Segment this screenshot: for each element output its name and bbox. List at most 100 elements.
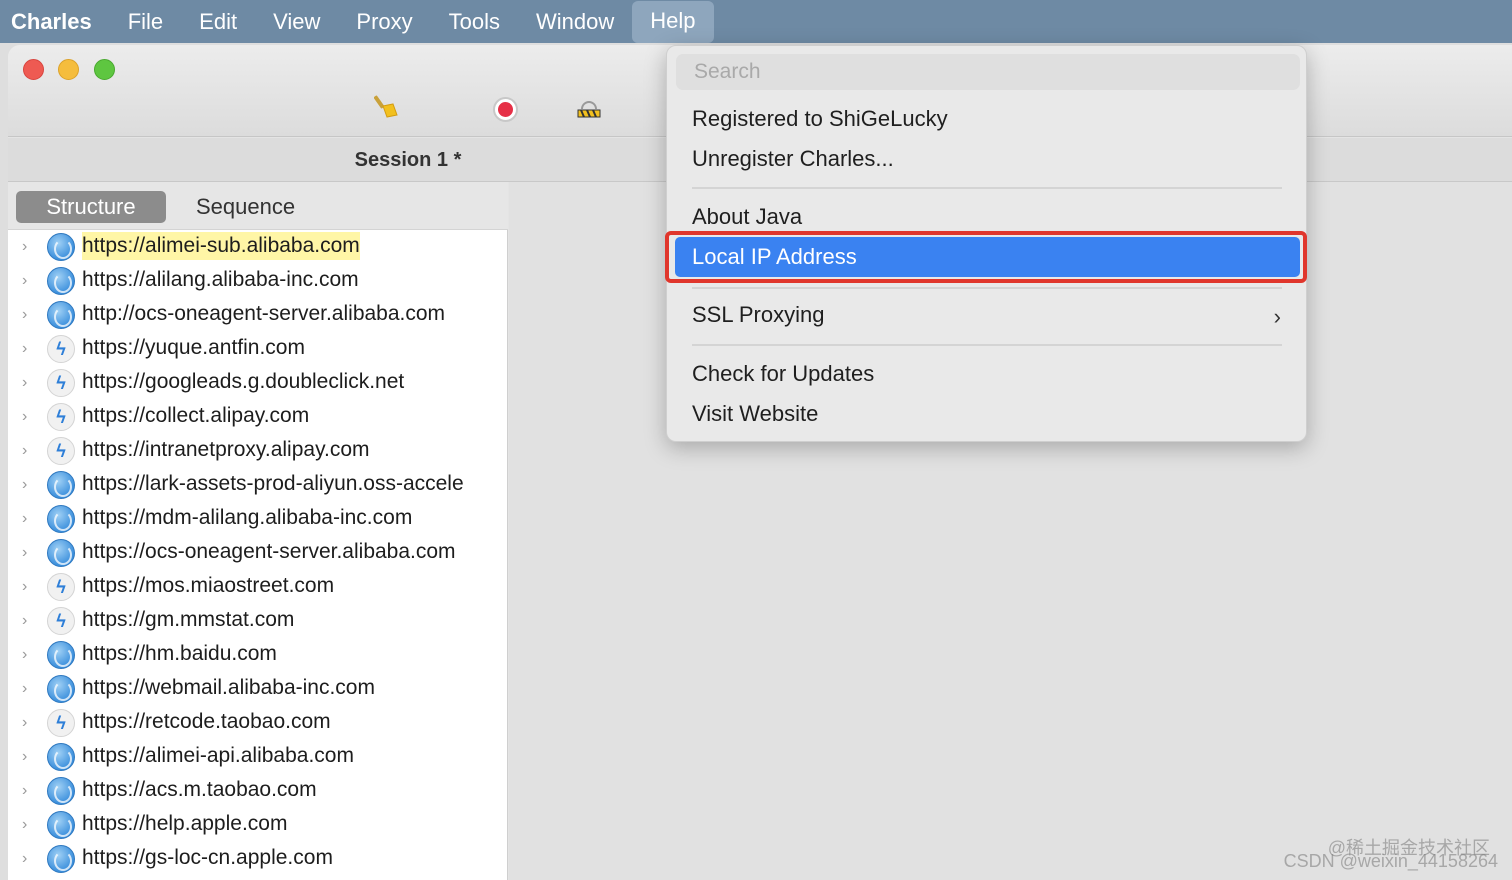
host-url: https://lark-assets-prod-aliyun.oss-acce…	[82, 472, 464, 495]
host-url: https://retcode.taobao.com	[82, 710, 331, 733]
globe-icon	[47, 539, 75, 567]
globe-icon	[47, 233, 75, 261]
chevron-right-icon[interactable]: ›	[22, 510, 36, 528]
chevron-right-icon[interactable]: ›	[22, 408, 36, 426]
globe-icon	[47, 267, 75, 295]
globe-icon	[47, 641, 75, 669]
host-url: https://gm.mmstat.com	[82, 608, 295, 631]
chevron-right-icon[interactable]: ›	[22, 714, 36, 732]
menu-separator	[692, 187, 1282, 189]
menu-item-about-java[interactable]: About Java	[692, 204, 802, 230]
host-url: https://help.apple.com	[82, 812, 288, 835]
host-row[interactable]: › ϟ https://retcode.taobao.com	[8, 706, 508, 740]
bolt-icon: ϟ	[47, 335, 75, 363]
view-toggle: Structure Sequence	[8, 182, 508, 230]
host-url: https://alimei-sub.alibaba.com	[82, 232, 360, 260]
menu-app-charles[interactable]: Charles	[0, 0, 110, 43]
menu-file[interactable]: File	[110, 0, 181, 43]
menu-item-visit-website[interactable]: Visit Website	[692, 401, 818, 427]
tab-structure[interactable]: Structure	[16, 191, 166, 223]
host-row[interactable]: › http://ocs-oneagent-server.alibaba.com	[8, 298, 508, 332]
chevron-right-icon[interactable]: ›	[22, 646, 36, 664]
chevron-right-icon[interactable]: ›	[22, 748, 36, 766]
host-row[interactable]: › ϟ https://mos.miaostreet.com	[8, 570, 508, 604]
host-url: https://webmail.alibaba-inc.com	[82, 676, 375, 699]
chevron-right-icon[interactable]: ›	[22, 238, 36, 256]
menu-view[interactable]: View	[255, 0, 338, 43]
help-search-field[interactable]: Search	[676, 54, 1300, 90]
bolt-icon: ϟ	[47, 403, 75, 431]
chevron-right-icon[interactable]: ›	[22, 374, 36, 392]
chevron-right-icon[interactable]: ›	[22, 544, 36, 562]
globe-icon	[47, 743, 75, 771]
bolt-icon: ϟ	[47, 369, 75, 397]
menu-proxy[interactable]: Proxy	[338, 0, 430, 43]
globe-icon	[47, 845, 75, 873]
host-row[interactable]: › https://gs-loc-cn.apple.com	[8, 842, 508, 876]
chevron-right-icon[interactable]: ›	[22, 442, 36, 460]
host-url: https://alimei-api.alibaba.com	[82, 744, 354, 767]
globe-icon	[47, 777, 75, 805]
host-url: https://ocs-oneagent-server.alibaba.com	[82, 540, 456, 563]
host-url: https://hm.baidu.com	[82, 642, 277, 665]
globe-icon	[47, 301, 75, 329]
chevron-right-icon[interactable]: ›	[22, 782, 36, 800]
chevron-right-icon[interactable]: ›	[22, 476, 36, 494]
menu-bar: Charles File Edit View Proxy Tools Windo…	[0, 0, 1512, 43]
menu-separator	[692, 287, 1282, 289]
host-row[interactable]: › ϟ https://yuque.antfin.com	[8, 332, 508, 366]
globe-icon	[47, 471, 75, 499]
host-row[interactable]: › ϟ https://googleads.g.doubleclick.net	[8, 366, 508, 400]
host-row[interactable]: › https://lark-assets-prod-aliyun.oss-acc…	[8, 468, 508, 502]
chevron-right-icon[interactable]: ›	[22, 850, 36, 868]
host-url: https://collect.alipay.com	[82, 404, 310, 427]
broom-icon[interactable]	[374, 93, 400, 119]
host-row[interactable]: › https://alimei-api.alibaba.com	[8, 740, 508, 774]
host-row[interactable]: › https://alilang.alibaba-inc.com	[8, 264, 508, 298]
tab-sequence[interactable]: Sequence	[172, 191, 319, 223]
host-url: https://mos.miaostreet.com	[82, 574, 335, 597]
zoom-window-button[interactable]	[94, 59, 115, 80]
chevron-right-icon[interactable]: ›	[22, 816, 36, 834]
host-url: https://acs.m.taobao.com	[82, 778, 317, 801]
host-row[interactable]: › ϟ https://collect.alipay.com	[8, 400, 508, 434]
menu-window[interactable]: Window	[518, 0, 632, 43]
chevron-right-icon[interactable]: ›	[22, 340, 36, 358]
globe-icon	[47, 675, 75, 703]
host-list: › https://alimei-sub.alibaba.com › https://…	[8, 230, 508, 876]
host-row[interactable]: › https://ocs-oneagent-server.alibaba.com	[8, 536, 508, 570]
record-icon[interactable]	[493, 97, 518, 122]
chevron-right-icon[interactable]: ›	[22, 306, 36, 324]
menu-tools[interactable]: Tools	[431, 0, 518, 43]
menu-item-check-updates[interactable]: Check for Updates	[692, 361, 874, 387]
bolt-icon: ϟ	[47, 709, 75, 737]
chevron-right-icon[interactable]: ›	[22, 272, 36, 290]
host-row[interactable]: › https://acs.m.taobao.com	[8, 774, 508, 808]
host-row[interactable]: › https://alimei-sub.alibaba.com	[8, 230, 508, 264]
host-url: https://yuque.antfin.com	[82, 336, 305, 359]
menu-item-registered[interactable]: Registered to ShiGeLucky	[692, 106, 948, 132]
chevron-right-icon[interactable]: ›	[22, 578, 36, 596]
bolt-icon: ϟ	[47, 437, 75, 465]
host-row[interactable]: › ϟ https://intranetproxy.alipay.com	[8, 434, 508, 468]
menu-help[interactable]: Help	[632, 1, 714, 43]
throttle-icon[interactable]	[576, 95, 602, 119]
menu-edit[interactable]: Edit	[181, 0, 255, 43]
host-row[interactable]: › https://help.apple.com	[8, 808, 508, 842]
host-url: https://alilang.alibaba-inc.com	[82, 268, 359, 291]
chevron-right-icon[interactable]: ›	[22, 612, 36, 630]
menu-item-ssl-proxying[interactable]: SSL Proxying	[692, 302, 824, 328]
annotation-highlight-box	[665, 231, 1307, 283]
host-row[interactable]: › ϟ https://gm.mmstat.com	[8, 604, 508, 638]
host-row[interactable]: › https://hm.baidu.com	[8, 638, 508, 672]
host-row[interactable]: › https://webmail.alibaba-inc.com	[8, 672, 508, 706]
bolt-icon: ϟ	[47, 573, 75, 601]
chevron-right-icon[interactable]: ›	[22, 680, 36, 698]
host-url: https://mdm-alilang.alibaba-inc.com	[82, 506, 413, 529]
globe-icon	[47, 811, 75, 839]
minimize-window-button[interactable]	[58, 59, 79, 80]
close-window-button[interactable]	[23, 59, 44, 80]
structure-pane: Structure Sequence › https://alimei-sub.a…	[8, 182, 508, 880]
host-row[interactable]: › https://mdm-alilang.alibaba-inc.com	[8, 502, 508, 536]
menu-item-unregister[interactable]: Unregister Charles...	[692, 146, 894, 172]
